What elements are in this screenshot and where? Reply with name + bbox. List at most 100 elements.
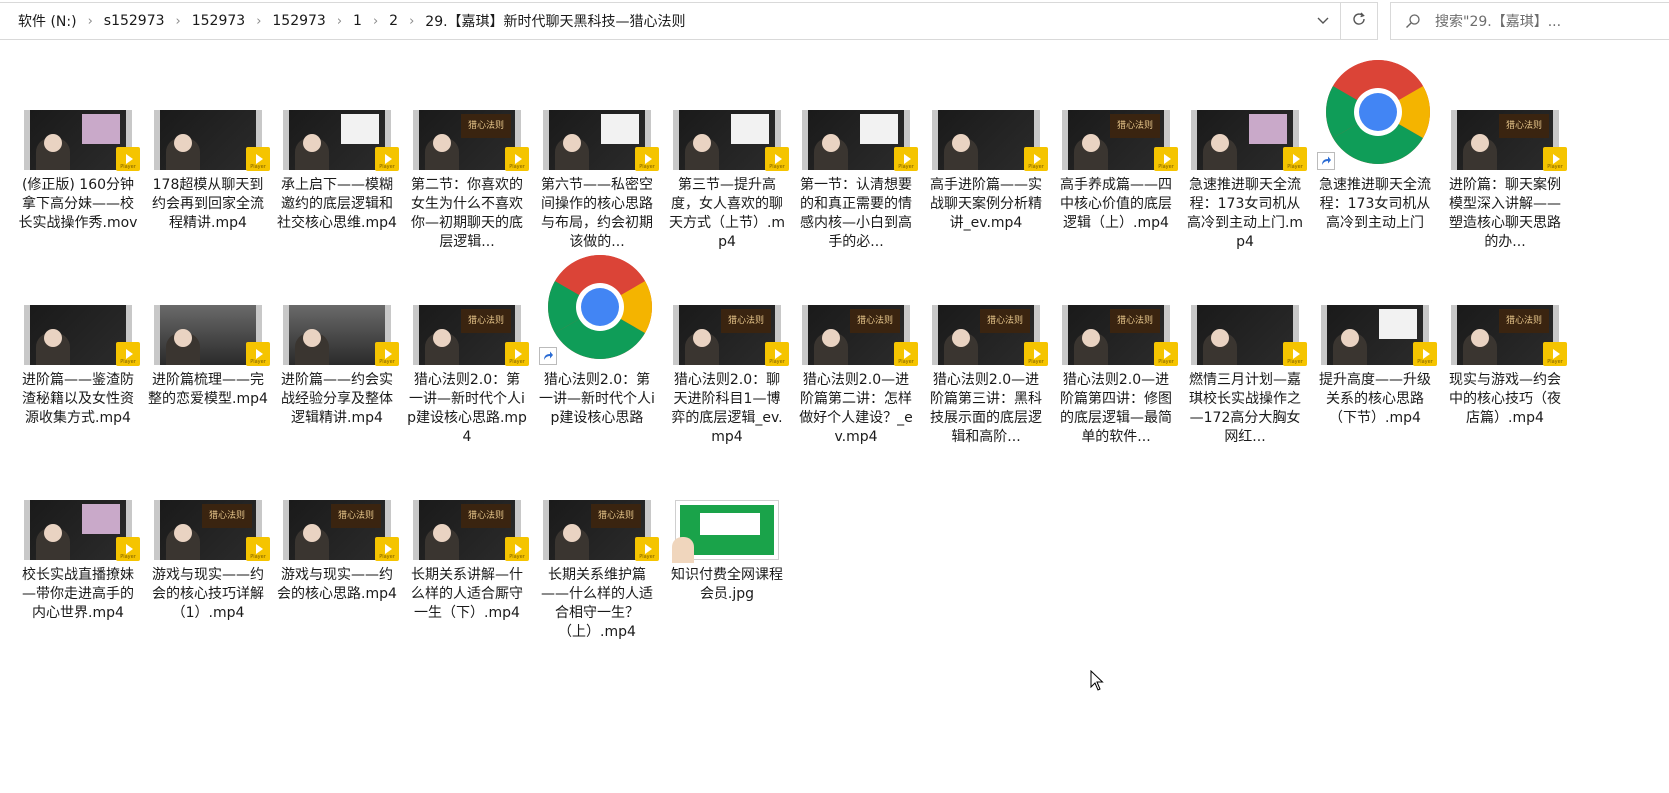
play-icon: Player [246, 537, 270, 561]
file-item[interactable]: 猎心法则 Player 长期关系讲解—什么样的人适合厮守一生（下）.mp4 [407, 450, 529, 623]
video-thumbnail: Player [148, 60, 270, 171]
play-icon: Player [635, 147, 659, 171]
file-name-label: 猎心法则2.0：第一讲—新时代个人ip建设核心思路.mp4 [407, 372, 527, 445]
file-item[interactable]: Player 燃情三月计划—嘉琪校长实战操作之—172高分大胸女网红... [1185, 255, 1307, 447]
file-name-label: 进阶篇：聊天案例模型深入讲解——塑造核心聊天思路的办... [1449, 177, 1561, 250]
breadcrumb-item[interactable]: 2 [387, 13, 400, 29]
thumbnail-banner: 猎心法则 [1499, 114, 1549, 138]
video-thumbnail: 猎心法则 Player [667, 255, 789, 366]
thumbnail-banner: 猎心法则 [591, 504, 641, 528]
file-name-label: 现实与游戏—约会中的核心技巧（夜店篇）.mp4 [1449, 372, 1561, 426]
file-item[interactable]: 猎心法则 Player 游戏与现实——约会的核心思路.mp4 [277, 450, 399, 604]
breadcrumb-item[interactable]: 1 [351, 13, 364, 29]
file-item[interactable]: 急速推进聊天全流程：173女司机从高冷到主动上门 [1315, 60, 1435, 233]
play-icon: Player [116, 342, 140, 366]
file-item[interactable]: 猎心法则 Player 进阶篇：聊天案例模型深入讲解——塑造核心聊天思路的办... [1445, 60, 1567, 252]
video-thumbnail: 猎心法则 Player [796, 255, 918, 366]
video-thumbnail: 猎心法则 Player [148, 450, 270, 561]
video-thumbnail: 猎心法则 Player [1445, 60, 1567, 171]
thumbnail-banner: 猎心法则 [461, 114, 511, 138]
file-item[interactable]: Player 急速推进聊天全流程：173女司机从高冷到主动上门.mp4 [1185, 60, 1307, 252]
file-name-label: 猎心法则2.0：聊天进阶科目1—博弈的底层逻辑_ev.mp4 [671, 372, 783, 445]
file-name-label: 游戏与现实——约会的核心技巧详解（1）.mp4 [152, 567, 264, 621]
video-thumbnail: Player [277, 60, 399, 171]
file-item[interactable]: Player 提升高度——升级关系的核心思路（下节）.mp4 [1315, 255, 1437, 428]
chevron-down-icon [1316, 12, 1330, 31]
file-item[interactable]: 猎心法则 Player 游戏与现实——约会的核心技巧详解（1）.mp4 [148, 450, 270, 623]
play-icon: Player [375, 147, 399, 171]
video-thumbnail: 猎心法则 Player [926, 255, 1048, 366]
file-name-label: 急速推进聊天全流程：173女司机从高冷到主动上门 [1319, 177, 1431, 231]
file-item[interactable]: 猎心法则 Player 猎心法则2.0—进阶篇第四讲：修图的底层逻辑—最简单的软件.… [1056, 255, 1178, 447]
breadcrumb-separator-icon[interactable]: › [328, 14, 351, 29]
video-thumbnail: Player [1315, 255, 1437, 366]
thumbnail-banner: 猎心法则 [850, 309, 900, 333]
file-item[interactable]: Player 校长实战直播撩妹—带你走进高手的内心世界.mp4 [18, 450, 140, 623]
breadcrumb-item[interactable]: 152973 [270, 13, 327, 29]
video-thumbnail: Player [277, 255, 399, 366]
play-icon: Player [505, 147, 529, 171]
file-item[interactable]: 猎心法则 Player 猎心法则2.0：第一讲—新时代个人ip建设核心思路.mp4 [407, 255, 529, 447]
file-name-label: 校长实战直播撩妹—带你走进高手的内心世界.mp4 [22, 567, 134, 621]
file-item[interactable]: 猎心法则 Player 猎心法则2.0：聊天进阶科目1—博弈的底层逻辑_ev.mp4 [667, 255, 789, 447]
refresh-button[interactable] [1340, 3, 1377, 39]
file-item[interactable]: Player (修正版) 160分钟拿下高分妹——校长实战操作秀.mov [18, 60, 140, 233]
search-input[interactable]: 搜索"29.【嘉琪】... [1390, 2, 1669, 40]
file-name-label: 猎心法则2.0—进阶篇第二讲：怎样做好个人建设？_ev.mp4 [799, 372, 913, 445]
address-history-dropdown[interactable] [1306, 3, 1340, 39]
video-thumbnail: 猎心法则 Player [277, 450, 399, 561]
breadcrumb-separator-icon[interactable]: › [247, 14, 270, 29]
thumbnail-banner: 猎心法则 [1110, 309, 1160, 333]
file-item[interactable]: Player 第三节—提升高度，女人喜欢的聊天方式（上节）.mp4 [667, 60, 789, 252]
play-icon: Player [375, 342, 399, 366]
address-bar[interactable]: 软件 (N:) › s152973 › 152973 › 152973 › 1 › 2 › 29.【嘉琪… [0, 2, 1378, 40]
file-item[interactable]: 知识付费全网课程会员.jpg [667, 450, 787, 604]
file-item[interactable]: 猎心法则 Player 长期关系维护篇——什么样的人适合相守一生？（上）.mp4 [537, 450, 659, 642]
play-icon: Player [894, 342, 918, 366]
video-thumbnail: Player [796, 60, 918, 171]
play-icon: Player [1024, 147, 1048, 171]
file-item[interactable]: Player 高手进阶篇——实战聊天案例分析精讲_ev.mp4 [926, 60, 1048, 233]
breadcrumb-item[interactable]: 软件 (N:) [16, 11, 79, 31]
breadcrumb-separator-icon[interactable]: › [364, 14, 387, 29]
video-thumbnail: Player [667, 60, 789, 171]
file-item[interactable]: 猎心法则 Player 猎心法则2.0—进阶篇第三讲：黑科技展示面的底层逻辑和高阶.… [926, 255, 1048, 447]
breadcrumb-item[interactable]: s152973 [102, 13, 167, 29]
file-item[interactable]: 猎心法则2.0：第一讲—新时代个人ip建设核心思路 [537, 255, 657, 428]
file-name-label: 第一节：认清想要的和真正需要的情感内核—小白到高手的必... [800, 177, 912, 250]
file-item[interactable]: 猎心法则 Player 现实与游戏—约会中的核心技巧（夜店篇）.mp4 [1445, 255, 1567, 428]
thumbnail-banner: 猎心法则 [721, 309, 771, 333]
file-item[interactable]: 猎心法则 Player 高手养成篇——四中核心价值的底层逻辑（上）.mp4 [1056, 60, 1178, 233]
file-item[interactable]: Player 第一节：认清想要的和真正需要的情感内核—小白到高手的必... [796, 60, 918, 252]
chrome-shortcut-icon [537, 255, 657, 365]
thumbnail-banner: 猎心法则 [202, 504, 252, 528]
file-item[interactable]: Player 进阶篇——鉴渣防渣秘籍以及女性资源收集方式.mp4 [18, 255, 140, 428]
file-item[interactable]: Player 进阶篇——约会实战经验分享及整体逻辑精讲.mp4 [277, 255, 399, 428]
file-name-label: 猎心法则2.0—进阶篇第四讲：修图的底层逻辑—最简单的软件... [1060, 372, 1172, 445]
breadcrumb-separator-icon[interactable]: › [79, 14, 102, 29]
breadcrumb-separator-icon[interactable]: › [167, 14, 190, 29]
play-icon: Player [1283, 342, 1307, 366]
breadcrumb-separator-icon[interactable]: › [400, 14, 423, 29]
breadcrumb-item[interactable]: 152973 [190, 13, 247, 29]
video-thumbnail: Player [18, 450, 140, 561]
file-name-label: 第二节：你喜欢的女生为什么不喜欢你—初期聊天的底层逻辑... [411, 177, 523, 250]
image-thumbnail [667, 450, 787, 563]
file-item[interactable]: 猎心法则 Player 第二节：你喜欢的女生为什么不喜欢你—初期聊天的底层逻辑... [407, 60, 529, 252]
file-item[interactable]: Player 178超模从聊天到约会再到回家全流程精讲.mp4 [148, 60, 270, 233]
file-item[interactable]: 猎心法则 Player 猎心法则2.0—进阶篇第二讲：怎样做好个人建设？_ev.mp… [796, 255, 918, 447]
play-icon: Player [116, 537, 140, 561]
file-item[interactable]: Player 承上启下——模糊邀约的底层逻辑和社交核心思维.mp4 [277, 60, 399, 233]
file-name-label: 进阶篇——约会实战经验分享及整体逻辑精讲.mp4 [281, 372, 393, 426]
file-item[interactable]: Player 第六节——私密空间操作的核心思路与布局，约会初期该做的... [537, 60, 659, 252]
chrome-shortcut-icon [1315, 60, 1435, 170]
search-icon [1405, 13, 1421, 29]
file-item[interactable]: Player 进阶篇梳理——完整的恋爱模型.mp4 [148, 255, 270, 409]
file-name-label: 进阶篇——鉴渣防渣秘籍以及女性资源收集方式.mp4 [22, 372, 134, 426]
file-name-label: 178超模从聊天到约会再到回家全流程精讲.mp4 [152, 177, 264, 231]
video-thumbnail: Player [537, 60, 659, 171]
breadcrumb-item[interactable]: 29.【嘉琪】新时代聊天黑科技—猎心法则 [423, 11, 687, 31]
play-icon: Player [894, 147, 918, 171]
video-thumbnail: 猎心法则 Player [407, 255, 529, 366]
file-name-label: 承上启下——模糊邀约的底层逻辑和社交核心思维.mp4 [277, 177, 397, 231]
